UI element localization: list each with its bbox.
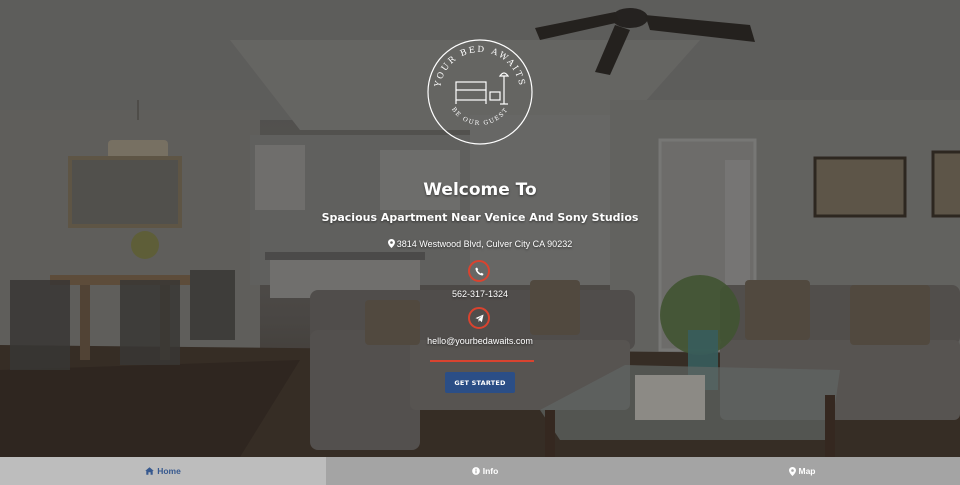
welcome-heading: Welcome To: [423, 180, 537, 200]
phone-number[interactable]: 562-317-1324: [0, 289, 960, 299]
nav-label-info: Info: [482, 466, 499, 476]
property-title: Spacious Apartment Near Venice And Sony …: [321, 211, 639, 224]
svg-text:BE OUR GUEST: BE OUR GUEST: [450, 106, 510, 127]
nav-item-map[interactable]: Map: [644, 457, 960, 485]
phone-button[interactable]: [468, 260, 490, 282]
home-icon: [145, 467, 154, 475]
nav-item-info[interactable]: Info: [326, 457, 644, 485]
address-line: 3814 Westwood Blvd, Culver City CA 90232: [0, 239, 960, 249]
map-marker-icon: [387, 239, 395, 248]
phone-icon: [474, 266, 484, 276]
paper-plane-icon: [474, 313, 484, 322]
nav-label-home: Home: [157, 466, 181, 476]
accent-divider: [430, 360, 534, 362]
email-address[interactable]: hello@yourbedawaits.com: [0, 336, 960, 346]
get-started-button[interactable]: GET STARTED: [445, 372, 515, 393]
email-button[interactable]: [468, 307, 490, 329]
nav-item-home[interactable]: Home: [0, 457, 326, 485]
bottom-nav: Home Info Map: [0, 457, 960, 485]
brand-logo: YOUR BED AWAITS BE OUR GUEST: [427, 39, 533, 145]
address-text: 3814 Westwood Blvd, Culver City CA 90232: [396, 239, 573, 249]
hero-section: YOUR BED AWAITS BE OUR GUEST Welcome To …: [0, 0, 960, 457]
hero-content: YOUR BED AWAITS BE OUR GUEST Welcome To …: [0, 0, 960, 457]
map-marker-icon: [788, 466, 796, 476]
info-icon: [471, 467, 480, 475]
nav-label-map: Map: [798, 466, 816, 476]
